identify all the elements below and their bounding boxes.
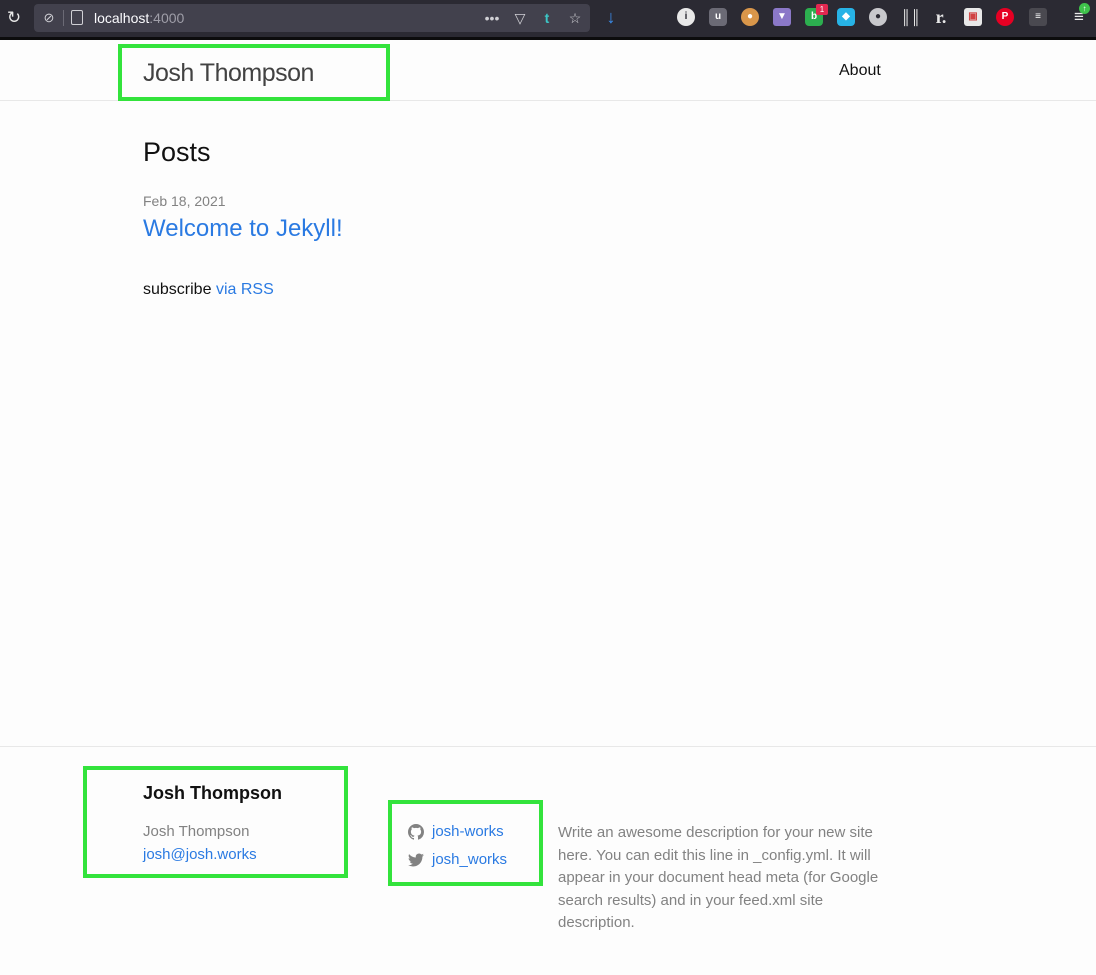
url-text[interactable]: localhost:4000: [94, 10, 184, 26]
page-actions-icon[interactable]: •••: [482, 8, 502, 28]
rss-link[interactable]: via RSS: [216, 281, 274, 298]
highlight-box-site-title: [118, 44, 390, 101]
urlbar-divider: [63, 10, 64, 26]
screenshot-extension-icon[interactable]: ▣: [964, 8, 982, 26]
reload-icon[interactable]: ↻: [4, 8, 24, 28]
update-available-icon[interactable]: ↑: [1079, 3, 1090, 14]
info-extension-icon[interactable]: i: [677, 8, 695, 26]
rss-prefix: subscribe: [143, 281, 212, 298]
account-icon[interactable]: ●: [869, 8, 887, 26]
fox-extension-icon[interactable]: ▼: [773, 8, 791, 26]
page-icon: [71, 10, 83, 25]
cookie-icon[interactable]: ●: [741, 8, 759, 26]
post-date: Feb 18, 2021: [143, 193, 226, 209]
bookmark-star-icon[interactable]: ☆: [565, 8, 585, 28]
tumblr-icon[interactable]: t: [537, 8, 557, 28]
readability-icon[interactable]: r.: [932, 8, 950, 26]
tracking-protection-icon[interactable]: ⊘: [41, 10, 57, 26]
highlight-box-footer-contact: [83, 766, 348, 878]
ublock-icon[interactable]: u: [709, 8, 727, 26]
pinterest-icon[interactable]: P: [996, 8, 1014, 26]
notification-badge: 1: [816, 4, 828, 15]
rss-subscribe: subscribe via RSS: [143, 281, 274, 299]
download-icon[interactable]: ↓: [602, 8, 620, 26]
pocket-icon[interactable]: ▽: [510, 8, 530, 28]
fence-extension-icon[interactable]: ║║: [901, 8, 921, 26]
gray-extension-icon[interactable]: ≡: [1029, 8, 1047, 26]
diamond-extension-icon[interactable]: ◆: [837, 8, 855, 26]
site-description: Write an awesome description for your ne…: [558, 824, 879, 931]
page-heading: Posts: [143, 137, 211, 167]
address-bar[interactable]: ⊘ localhost:4000 ••• ▽ t ☆: [34, 4, 590, 32]
post-title-link[interactable]: Welcome to Jekyll!: [143, 215, 343, 243]
highlight-box-social-links: [388, 800, 543, 886]
nav-link-about[interactable]: About: [839, 62, 881, 80]
browser-toolbar: ↻ ⊘ localhost:4000 ••• ▽ t ☆ ↓ i u ● ▼ b…: [0, 0, 1096, 40]
